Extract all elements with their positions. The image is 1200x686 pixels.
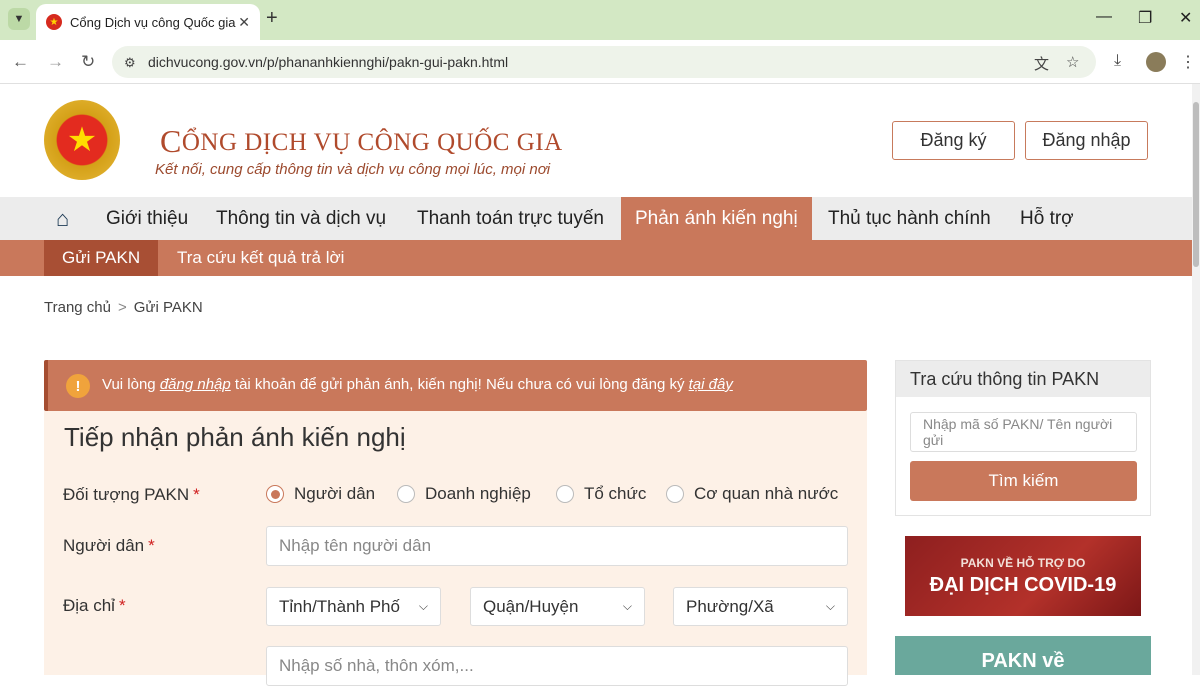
- browser-toolbar: ← → ↻ ⚙ dichvucong.gov.vn/p/phananhkienn…: [0, 40, 1200, 84]
- nav-item-phan-anh-kien-nghi[interactable]: Phản ánh kiến nghị: [621, 197, 812, 240]
- lookup-title: Tra cứu thông tin PAKN: [896, 361, 1150, 397]
- radio-label: Tổ chức: [584, 484, 647, 503]
- main-navigation: ⌂ Giới thiệu Thông tin và dịch vụ Thanh …: [0, 197, 1192, 240]
- tab-title: Cổng Dịch vụ công Quốc gia: [70, 14, 236, 30]
- radio-nguoi-dan[interactable]: Người dân: [266, 484, 375, 504]
- breadcrumb: Trang chủ > Gửi PAKN: [44, 299, 203, 316]
- new-tab-button[interactable]: +: [266, 7, 278, 30]
- covid-pakn-banner[interactable]: PAKN VỀ HỖ TRỢ DO ĐẠI DỊCH COVID-19: [905, 536, 1141, 616]
- radio-to-chuc[interactable]: Tổ chức: [556, 484, 646, 504]
- login-button[interactable]: Đăng nhập: [1025, 121, 1148, 160]
- radio-label: Doanh nghiệp: [425, 484, 531, 503]
- alert-text-mid: tài khoản để gửi phản ánh, kiến nghị! Nế…: [230, 376, 689, 393]
- banner-title: ĐẠI DỊCH COVID-19: [929, 574, 1117, 596]
- ward-value: Phường/Xã: [686, 596, 774, 616]
- reload-button[interactable]: ↻: [81, 52, 95, 72]
- person-label-text: Người dân: [63, 536, 145, 555]
- nav-item-thu-tuc-hanh-chinh[interactable]: Thủ tục hành chính: [828, 197, 991, 240]
- browser-tab[interactable]: ★ Cổng Dịch vụ công Quốc gia ✕: [36, 4, 260, 40]
- ward-select[interactable]: Phường/Xã ⌵: [673, 587, 848, 626]
- browser-menu-icon[interactable]: ⋮: [1180, 52, 1196, 72]
- site-favicon-icon: ★: [46, 14, 62, 30]
- radio-label: Người dân: [294, 484, 376, 503]
- lookup-search-input[interactable]: Nhập mã số PAKN/ Tên người gửi: [910, 412, 1137, 452]
- chevron-down-icon: ⌵: [825, 599, 835, 613]
- chevron-down-icon: ⌵: [418, 599, 428, 613]
- site-slogan: Kết nối, cung cấp thông tin và dịch vụ c…: [155, 161, 551, 178]
- radio-label: Cơ quan nhà nước: [694, 484, 839, 503]
- chevron-down-icon: ⌵: [622, 599, 632, 613]
- scrollbar-thumb[interactable]: [1193, 102, 1199, 267]
- banner-subtitle: PAKN VỀ HỖ TRỢ DO: [960, 556, 1086, 570]
- nav-item-ho-tro[interactable]: Hỗ trợ: [1020, 197, 1074, 240]
- district-select[interactable]: Quận/Huyện ⌵: [470, 587, 645, 626]
- site-name-rest: ỔNG DỊCH VỤ CÔNG QUỐC GIA: [181, 129, 563, 156]
- login-alert: ! Vui lòng đăng nhập tài khoản để gửi ph…: [44, 360, 867, 411]
- sub-navigation: Gửi PAKN Tra cứu kết quả trả lời: [0, 240, 1192, 276]
- district-value: Quận/Huyện: [483, 596, 579, 616]
- subnav-gui-pakn[interactable]: Gửi PAKN: [44, 240, 159, 276]
- site-name-initial: C: [160, 123, 182, 159]
- required-mark: *: [148, 536, 155, 555]
- bookmark-star-icon[interactable]: ☆: [1066, 53, 1079, 71]
- warning-icon: !: [66, 374, 90, 398]
- translate-icon[interactable]: 文: [1034, 53, 1049, 74]
- home-icon[interactable]: ⌂: [56, 206, 69, 232]
- radio-doanh-nghiep[interactable]: Doanh nghiệp: [397, 484, 531, 504]
- alert-login-link[interactable]: đăng nhập: [160, 376, 231, 393]
- address-label: Địa chỉ *: [63, 596, 126, 616]
- pakn-banner-2[interactable]: PAKN về: [895, 636, 1151, 675]
- profile-avatar[interactable]: [1146, 52, 1166, 72]
- person-name-input[interactable]: Nhập tên người dân: [266, 526, 848, 566]
- subject-label-text: Đối tượng PAKN: [63, 485, 190, 504]
- province-value: Tỉnh/Thành Phố: [279, 596, 400, 616]
- breadcrumb-current: Gửi PAKN: [133, 299, 203, 316]
- nav-item-gioi-thieu[interactable]: Giới thiệu: [106, 197, 188, 240]
- breadcrumb-separator: >: [117, 299, 127, 316]
- province-select[interactable]: Tỉnh/Thành Phố ⌵: [266, 587, 441, 626]
- required-mark: *: [193, 485, 200, 504]
- subject-label: Đối tượng PAKN *: [63, 485, 200, 505]
- tab-search-button[interactable]: ▼: [8, 8, 30, 30]
- subnav-tra-cuu[interactable]: Tra cứu kết quả trả lời: [177, 240, 344, 276]
- alert-text-pre: Vui lòng: [102, 376, 160, 393]
- restore-window-button[interactable]: ❐: [1138, 8, 1152, 28]
- required-mark: *: [118, 596, 126, 615]
- forward-button[interactable]: →: [47, 52, 64, 72]
- pakn-lookup-box: Tra cứu thông tin PAKN Nhập mã số PAKN/ …: [895, 360, 1151, 516]
- radio-co-quan-nha-nuoc[interactable]: Cơ quan nhà nước: [666, 484, 838, 504]
- site-name[interactable]: CỔNG DỊCH VỤ CÔNG QUỐC GIA: [160, 121, 563, 159]
- minimize-window-button[interactable]: —: [1096, 8, 1112, 26]
- back-button[interactable]: ←: [12, 52, 29, 72]
- downloads-icon[interactable]: ⤓: [1114, 52, 1121, 70]
- site-info-icon[interactable]: ⚙: [124, 55, 138, 70]
- street-address-input[interactable]: Nhập số nhà, thôn xóm,...: [266, 646, 848, 686]
- address-label-text: Địa chỉ: [63, 596, 115, 615]
- breadcrumb-home-link[interactable]: Trang chủ: [44, 299, 111, 316]
- page-scrollbar[interactable]: [1192, 84, 1200, 675]
- url-text: dichvucong.gov.vn/p/phananhkiennghi/pakn…: [148, 54, 509, 70]
- browser-tab-strip: ▼ ★ Cổng Dịch vụ công Quốc gia ✕ + — ❐ ✕: [0, 0, 1200, 40]
- radio-unselected-icon: [556, 485, 574, 503]
- alert-register-link[interactable]: tại đây: [689, 376, 733, 393]
- register-button[interactable]: Đăng ký: [892, 121, 1015, 160]
- close-window-button[interactable]: ✕: [1179, 8, 1192, 28]
- close-tab-icon[interactable]: ✕: [238, 14, 250, 31]
- alert-text: Vui lòng đăng nhập tài khoản để gửi phản…: [102, 376, 733, 393]
- radio-selected-icon: [266, 485, 284, 503]
- nav-item-thong-tin-dich-vu[interactable]: Thông tin và dịch vụ: [216, 197, 386, 240]
- address-bar[interactable]: ⚙ dichvucong.gov.vn/p/phananhkiennghi/pa…: [112, 46, 1096, 78]
- nav-item-thanh-toan[interactable]: Thanh toán trực tuyến: [417, 197, 604, 240]
- radio-unselected-icon: [666, 485, 684, 503]
- radio-unselected-icon: [397, 485, 415, 503]
- form-title: Tiếp nhận phản ánh kiến nghị: [64, 422, 406, 452]
- national-emblem-logo[interactable]: ★: [44, 100, 120, 180]
- person-label: Người dân *: [63, 536, 155, 556]
- lookup-search-button[interactable]: Tìm kiếm: [910, 461, 1137, 501]
